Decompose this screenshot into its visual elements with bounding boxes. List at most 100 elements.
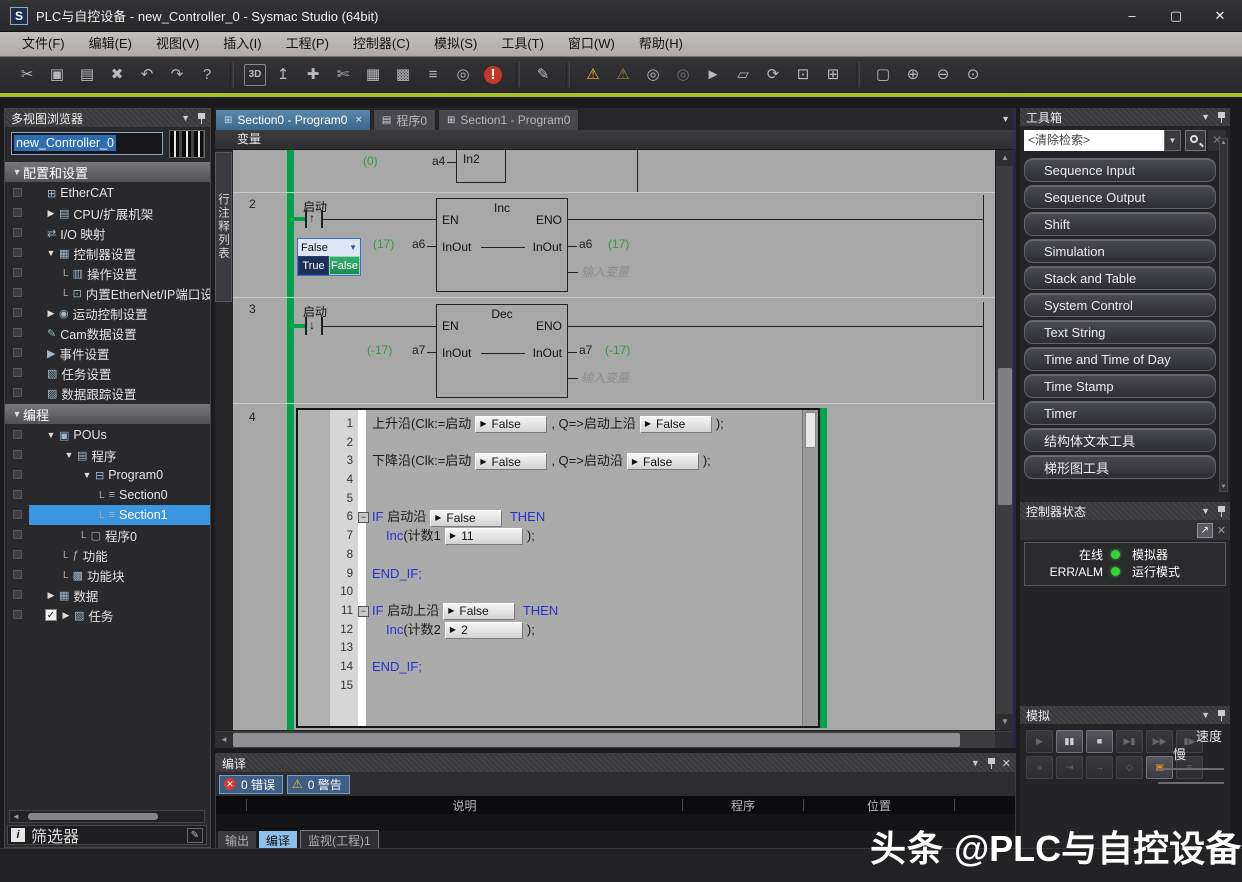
tree-item[interactable]: ▼ ▦ 控制器设置 <box>5 243 210 263</box>
column-description[interactable]: 说明 <box>247 797 682 814</box>
dropdown-icon[interactable]: ▼ <box>349 243 357 252</box>
device-select[interactable]: new_Controller_0 <box>11 132 163 155</box>
run-to-cursor-icon[interactable]: ⇥ <box>1056 756 1083 779</box>
errors-badge[interactable]: ✕ 0 错误 <box>219 775 283 794</box>
copy-icon[interactable]: ▣ <box>44 63 70 87</box>
chart-icon[interactable]: ≡ <box>420 63 446 87</box>
paste-icon[interactable]: ▤ <box>74 63 100 87</box>
step-in-icon[interactable]: ▶▶ <box>1146 730 1173 753</box>
undo-icon[interactable]: ↶ <box>134 63 160 87</box>
menu-item[interactable]: 帮助(H) <box>627 32 695 56</box>
zoom-100-icon[interactable]: ⊙ <box>960 63 986 87</box>
run-icon[interactable]: ▶ <box>1026 730 1053 753</box>
fold-icon[interactable]: − <box>358 512 369 523</box>
value-button[interactable]: ▶False <box>640 416 712 433</box>
value-button[interactable]: ▶False <box>475 416 547 433</box>
value-button[interactable]: ▶2 <box>445 622 523 639</box>
st-code-area[interactable]: 上升沿(Clk:=启动▶False, Q=>启动上沿▶False); 下降沿(C… <box>372 410 802 726</box>
rung1-block[interactable]: In2 <box>456 150 506 183</box>
tree-item[interactable]: L ▥ 操作设置 <box>5 263 210 283</box>
st-line-3[interactable]: 下降沿(Clk:=启动▶False, Q=>启动沿▶False); <box>372 452 802 471</box>
expand-arrow-icon[interactable]: ▼ <box>45 248 57 258</box>
pin-icon[interactable] <box>1217 506 1226 517</box>
sync-error-icon[interactable]: ! <box>484 66 502 84</box>
tree-item[interactable]: ▼ 编程 <box>5 404 210 424</box>
menu-item[interactable]: 工程(P) <box>274 32 341 56</box>
expand-arrow-icon[interactable]: ▼ <box>45 430 57 440</box>
popup-current-value[interactable]: False ▼ <box>298 239 360 256</box>
expand-arrow-icon[interactable]: ▼ <box>11 409 23 419</box>
expand-icon[interactable]: ↗ <box>1197 523 1213 538</box>
tree-item[interactable]: ▶ 事件设置 <box>5 343 210 363</box>
collapse-icon[interactable]: ▼ <box>181 113 190 123</box>
delete-icon[interactable]: ✖ <box>104 63 130 87</box>
scroll-thumb[interactable] <box>28 813 158 820</box>
scroll-left-icon[interactable]: ◄ <box>215 732 233 748</box>
ladder-canvas[interactable]: (0) a4 In2 2 启动 ↑ Inc EN ENO InOut In <box>233 150 995 730</box>
redo-icon[interactable]: ↷ <box>164 63 190 87</box>
sync-icon[interactable]: ⟳ <box>760 63 786 87</box>
st-vscrollbar[interactable] <box>802 410 818 726</box>
tab-output[interactable]: 输出 <box>218 831 256 850</box>
tab-section1-program0[interactable]: ⊞ Section1 - Program0 <box>438 109 579 130</box>
st-line-11[interactable]: −IF 启动上沿▶False THEN <box>372 602 802 621</box>
column-location[interactable]: 位置 <box>804 797 954 814</box>
st-line-12[interactable]: Inc(计数2▶2); <box>372 621 802 640</box>
scroll-thumb[interactable] <box>805 412 816 448</box>
row-comment-list-tab[interactable]: 行注释列表 <box>215 152 232 302</box>
collapse-icon[interactable]: ▼ <box>1201 710 1210 720</box>
tab-program0[interactable]: ▤ 程序0 <box>373 109 436 130</box>
tree-item[interactable]: L ▢ 程序0 <box>5 525 210 545</box>
tree-item[interactable]: ✎ Cam数据设置 <box>5 323 210 343</box>
collapse-icon[interactable]: ▼ <box>1201 112 1210 122</box>
editor-hscrollbar[interactable]: ◄ <box>215 730 1013 748</box>
rung3-left-variable[interactable]: a7 <box>412 343 425 357</box>
rung3-dec-block[interactable]: Dec EN ENO InOut InOut <box>436 304 568 398</box>
tree-item[interactable]: L ▩ 功能块 <box>5 565 210 585</box>
rung2-rising-edge-contact[interactable]: ↑ <box>305 210 323 228</box>
scroll-left-icon[interactable]: ◄ <box>12 811 20 822</box>
expand-arrow-icon[interactable]: ▼ <box>11 167 23 177</box>
set-true-button[interactable]: True <box>298 256 329 275</box>
toolbox-category[interactable]: Sequence Output <box>1024 185 1216 209</box>
st-line-14[interactable]: END_IF; <box>372 658 802 677</box>
help-icon[interactable]: ? <box>194 63 220 87</box>
value-button[interactable]: ▶False <box>475 453 547 470</box>
tree-item[interactable]: ▼ ▤ 程序 <box>5 445 210 465</box>
tab-list-dropdown-icon[interactable]: ▼ <box>1001 114 1010 124</box>
pause-icon[interactable]: ▮▮ <box>1056 730 1083 753</box>
search-icon[interactable]: ◎ <box>450 63 476 87</box>
scroll-down-icon[interactable]: ▼ <box>1220 484 1227 490</box>
filter-edit-icon[interactable]: ✎ <box>187 828 203 843</box>
expand-arrow-icon[interactable]: ▼ <box>63 450 75 460</box>
explorer-hscrollbar[interactable]: ◄ <box>9 810 205 823</box>
pin-icon[interactable] <box>1217 710 1226 721</box>
continuous-run-icon[interactable]: » <box>1026 756 1053 779</box>
expand-arrow-icon[interactable]: ▶ <box>45 590 57 601</box>
rung2-inc-block[interactable]: Inc EN ENO InOut InOut <box>436 198 568 292</box>
tab-close-icon[interactable]: × <box>355 114 361 126</box>
warning-icon[interactable]: ⚠ <box>580 63 606 87</box>
tree-item[interactable]: ⇄ I/O 映射 <box>5 223 210 243</box>
offline-icon[interactable]: ▱ <box>730 63 756 87</box>
step-icon[interactable]: ▶▮ <box>1116 730 1143 753</box>
rung3-ghost-input[interactable]: 输入变量 <box>581 369 629 386</box>
export-icon[interactable]: ↥ <box>270 63 296 87</box>
tree-item[interactable]: ▶ ◉ 运动控制设置 <box>5 303 210 323</box>
expand-arrow-icon[interactable]: ▶ <box>60 610 72 621</box>
expand-arrow-icon[interactable]: ▶ <box>45 208 57 219</box>
editor-vscrollbar[interactable]: ▲ ▼ <box>995 150 1013 730</box>
menu-item[interactable]: 模拟(S) <box>422 32 489 56</box>
task-checkbox[interactable]: ✓ <box>45 609 57 621</box>
close-button[interactable]: ✕ <box>1198 1 1242 31</box>
menu-item[interactable]: 文件(F) <box>10 32 77 56</box>
minimize-button[interactable]: – <box>1110 1 1154 31</box>
tool-icon[interactable]: ✚ <box>300 63 326 87</box>
toolbox-category[interactable]: Stack and Table <box>1024 266 1216 290</box>
pointer-hand-icon[interactable]: ◇ <box>1116 756 1143 779</box>
filter-bar[interactable]: i 筛选器 ✎ <box>7 825 207 845</box>
set-value-popup[interactable]: False ▼ True False <box>297 238 361 276</box>
expand-arrow-icon[interactable]: ▼ <box>81 470 93 480</box>
warnings-badge[interactable]: ⚠ 0 警告 <box>287 775 350 794</box>
warning2-icon[interactable]: ⚠ <box>610 63 636 87</box>
